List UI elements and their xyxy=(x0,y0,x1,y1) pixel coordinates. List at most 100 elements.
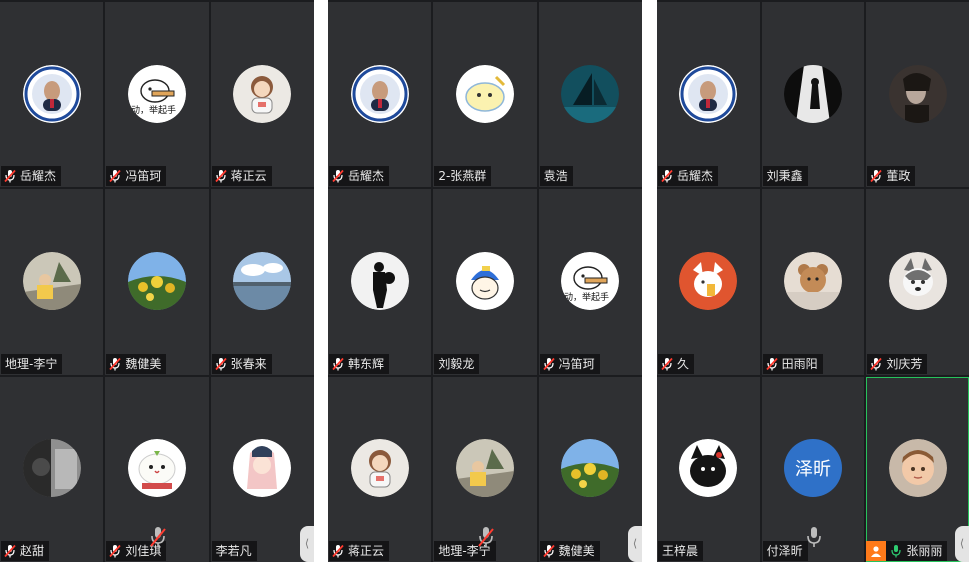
participant-avatar xyxy=(22,439,81,498)
gallery-panel-3: 岳耀杰 刘秉鑫 董政久 田雨阳 刘庆芳王梓晨 泽昕付泽昕 张丽丽 ⟨ xyxy=(657,0,969,562)
participant-tile[interactable]: 岳耀杰 xyxy=(328,2,432,188)
participant-nameplate: 地理-李宁 xyxy=(1,353,63,374)
mic-off-icon xyxy=(4,169,16,183)
participant-name: 田雨阳 xyxy=(781,356,818,371)
participant-avatar xyxy=(455,439,514,498)
participant-tile[interactable]: 李若凡 xyxy=(210,376,314,562)
participant-tile[interactable]: 魏健美 xyxy=(538,376,642,562)
participant-name: 张丽丽 xyxy=(906,543,943,558)
participant-tile[interactable]: 董政 xyxy=(866,2,969,188)
participant-tile[interactable]: 韩东辉 xyxy=(328,189,432,375)
participant-name: 李若凡 xyxy=(215,543,252,558)
participant-tile[interactable]: 袁浩 xyxy=(538,2,642,188)
participant-nameplate: 韩东辉 xyxy=(329,353,390,374)
participant-tile[interactable]: 动，举起手 冯笛珂 xyxy=(105,2,209,188)
participant-nameplate: 张丽丽 xyxy=(866,540,948,561)
mic-off-icon xyxy=(661,357,673,371)
participant-nameplate: 2-张燕群 xyxy=(434,166,492,187)
participant-name: 赵甜 xyxy=(20,543,45,558)
participant-nameplate: 张春来 xyxy=(211,353,272,374)
participant-name: 张春来 xyxy=(230,356,267,371)
speaker-mic-icon xyxy=(477,526,495,548)
participant-tile[interactable]: 刘秉鑫 xyxy=(761,2,865,188)
participant-nameplate: 刘秉鑫 xyxy=(762,166,808,187)
mic-off-icon xyxy=(109,169,121,183)
collapse-tab[interactable]: ⟨ xyxy=(628,526,642,562)
participant-avatar xyxy=(22,64,81,123)
mic-off-icon xyxy=(870,169,882,183)
svg-text:动，举起手: 动，举起手 xyxy=(564,291,609,303)
participant-avatar xyxy=(455,251,514,310)
gallery-panel-2: 岳耀杰 2-张燕群 袁浩 韩东辉 刘毅龙 动，举起手 冯笛珂 蒋正云 地理-李宁 魏健美 ⟨ xyxy=(328,0,642,562)
chevron-left-icon: ⟨ xyxy=(632,537,638,550)
participant-name: 董政 xyxy=(886,169,911,184)
participant-avatar xyxy=(350,251,409,310)
participant-avatar xyxy=(561,439,620,498)
mic-off-icon xyxy=(109,357,121,371)
mic-off-icon xyxy=(765,357,778,371)
chevron-left-icon: ⟨ xyxy=(959,537,965,550)
collapse-tab[interactable]: ⟨ xyxy=(955,526,969,562)
participant-avatar xyxy=(888,439,947,498)
mic-off-icon xyxy=(542,544,555,558)
participant-avatar xyxy=(127,251,186,310)
participant-tile[interactable]: 田雨阳 xyxy=(761,189,865,375)
mic-off-icon xyxy=(661,169,673,183)
participant-tile[interactable]: 张丽丽 xyxy=(866,376,969,562)
participant-avatar xyxy=(233,251,292,310)
mic-off-icon xyxy=(542,357,555,371)
participant-name: 韩东辉 xyxy=(348,356,385,371)
participant-tile[interactable]: 蒋正云 xyxy=(210,2,314,188)
participant-avatar xyxy=(679,251,738,310)
mic-off-icon xyxy=(109,544,121,558)
participant-tile[interactable]: 魏健美 xyxy=(105,189,209,375)
participant-tile[interactable]: 刘庆芳 xyxy=(866,189,969,375)
participant-avatar xyxy=(350,439,409,498)
participant-avatar xyxy=(22,251,81,310)
participant-name: 冯笛珂 xyxy=(558,356,595,371)
participant-avatar xyxy=(783,64,842,123)
collapse-tab[interactable]: ⟨ xyxy=(300,526,314,562)
participant-name: 蒋正云 xyxy=(348,543,385,558)
participant-avatar xyxy=(233,64,292,123)
participant-nameplate: 魏健美 xyxy=(539,540,600,561)
participant-name: 付泽昕 xyxy=(766,543,803,558)
participant-nameplate: 蒋正云 xyxy=(329,540,390,561)
participant-name: 2-张燕群 xyxy=(438,169,487,184)
video-grid: 岳耀杰 刘秉鑫 董政久 田雨阳 刘庆芳王梓晨 泽昕付泽昕 张丽丽 xyxy=(657,2,969,562)
participant-tile[interactable]: 蒋正云 xyxy=(328,376,432,562)
participant-tile[interactable]: 赵甜 xyxy=(0,376,104,562)
participant-nameplate: 蒋正云 xyxy=(211,166,272,187)
participant-tile[interactable]: 张春来 xyxy=(210,189,314,375)
participant-tile[interactable]: 岳耀杰 xyxy=(657,2,760,188)
mic-off-icon xyxy=(332,169,344,183)
participant-name: 久 xyxy=(677,356,690,371)
participant-nameplate: 魏健美 xyxy=(106,353,167,374)
participant-tile[interactable]: 2-张燕群 xyxy=(433,2,537,188)
participant-name: 袁浩 xyxy=(543,169,568,184)
participant-nameplate: 冯笛珂 xyxy=(539,353,600,374)
participant-tile[interactable]: 地理-李宁 xyxy=(0,189,104,375)
participant-tile[interactable]: 刘毅龙 xyxy=(433,189,537,375)
gallery-panel-1: 岳耀杰 动，举起手 冯笛珂 蒋正云 地理-李宁 魏健美 张春来 赵甜 刘佳琪 李若凡 ⟨ xyxy=(0,0,314,562)
participant-avatar xyxy=(233,439,292,498)
speaker-mic-icon xyxy=(805,526,823,548)
participant-nameplate: 岳耀杰 xyxy=(329,166,390,187)
participant-tile[interactable]: 王梓晨 xyxy=(657,376,760,562)
participant-tile[interactable]: 久 xyxy=(657,189,760,375)
participant-avatar: 泽昕 xyxy=(783,439,842,498)
participant-nameplate: 袁浩 xyxy=(539,166,573,187)
participant-tile[interactable]: 动，举起手冯笛珂 xyxy=(538,189,642,375)
participant-name: 地理-李宁 xyxy=(5,356,58,371)
mic-off-icon xyxy=(870,357,882,371)
participant-nameplate: 王梓晨 xyxy=(658,540,704,561)
mic-off-icon xyxy=(214,357,227,371)
participant-avatar: 动，举起手 xyxy=(127,64,186,123)
participant-name: 刘秉鑫 xyxy=(766,169,803,184)
participant-tile[interactable]: 岳耀杰 xyxy=(0,2,104,188)
participant-nameplate: 赵甜 xyxy=(1,540,50,561)
participant-avatar xyxy=(455,64,514,123)
svg-text:动，举起手: 动，举起手 xyxy=(131,104,176,116)
mic-off-icon xyxy=(214,169,227,183)
participant-nameplate: 岳耀杰 xyxy=(658,166,719,187)
